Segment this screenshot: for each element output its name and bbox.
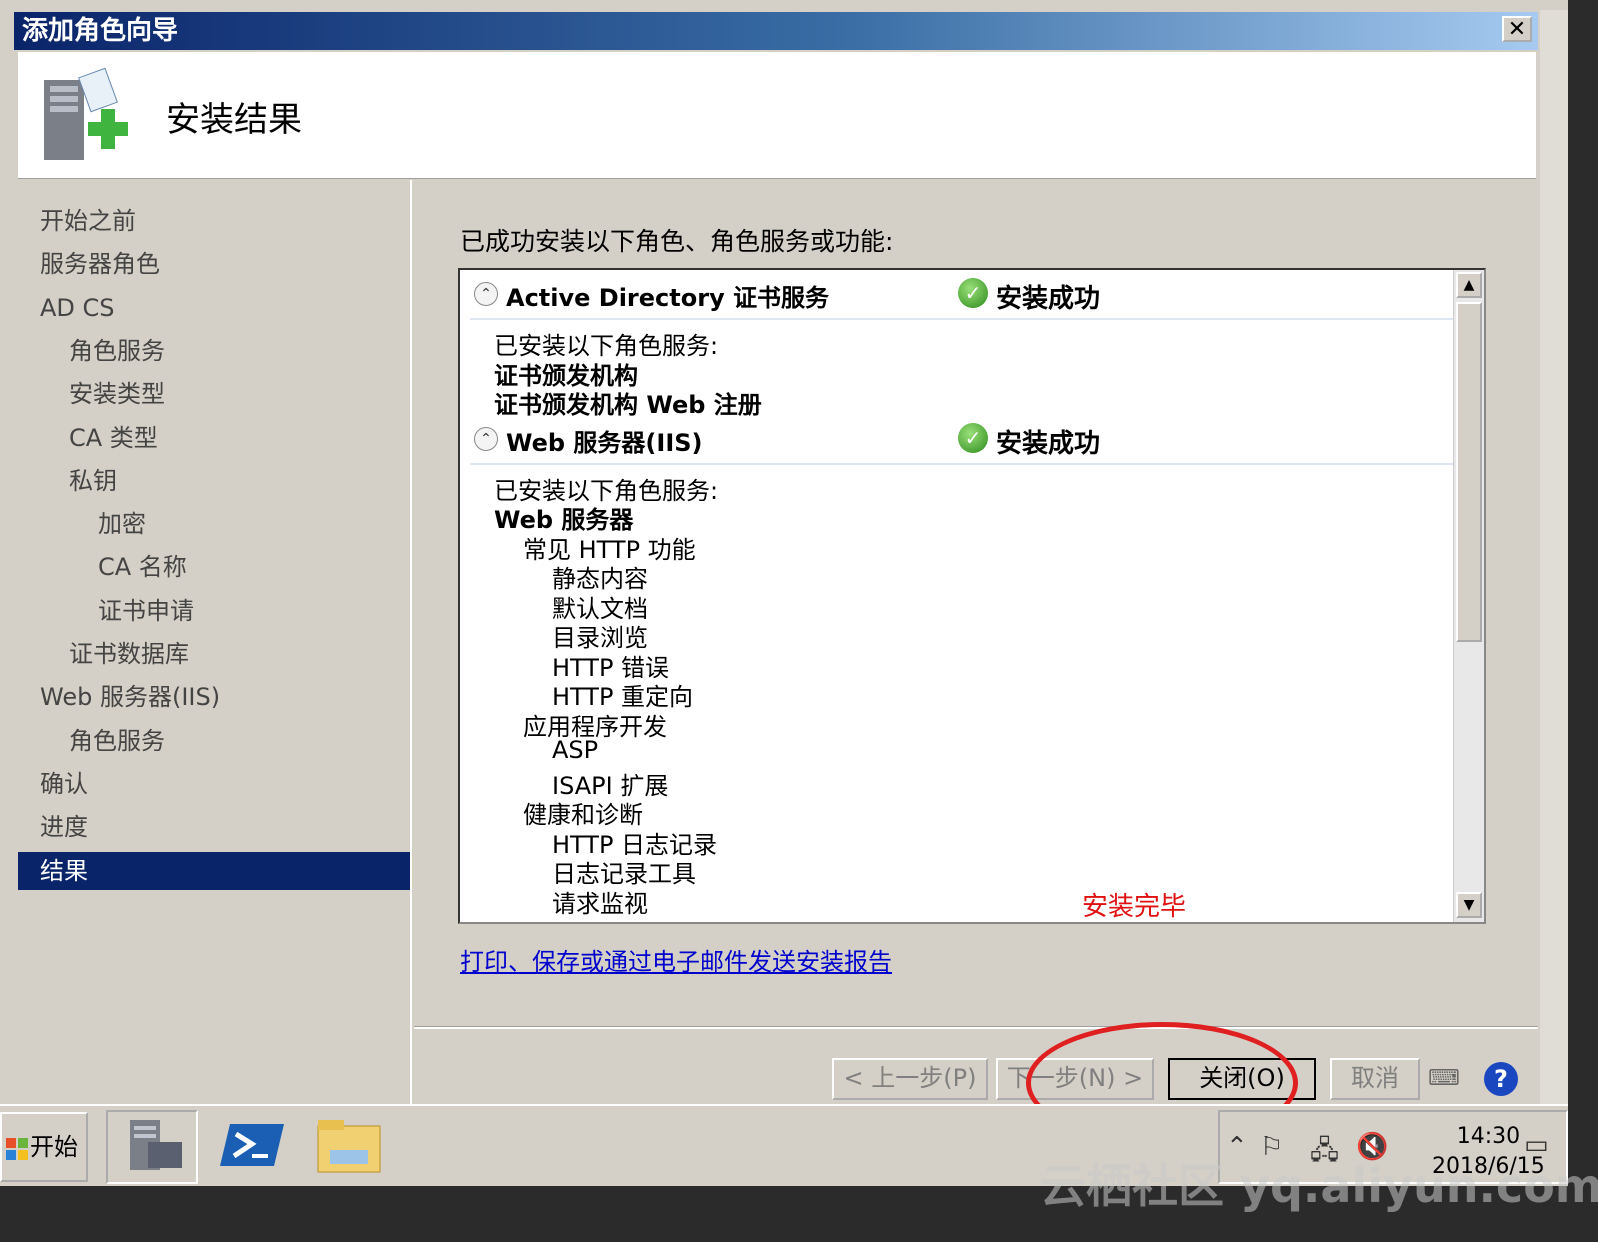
sidebar-item: 私钥	[69, 466, 117, 495]
sidebar-item: 服务器角色	[40, 250, 160, 279]
result-line: 请求监视	[552, 889, 648, 918]
scroll-up-button[interactable]: ▲	[1456, 272, 1482, 298]
start-button[interactable]: 开始	[0, 1112, 88, 1182]
close-window-button[interactable]: ✕	[1502, 16, 1532, 42]
window-edge	[1540, 10, 1568, 1104]
result-section-header: ⌃ Active Directory 证书服务 ✓ 安装成功	[470, 274, 1460, 320]
sidebar-item: 加密	[98, 510, 146, 539]
annotation-text: 安装完毕	[1082, 892, 1187, 922]
windows-logo-icon	[6, 1138, 28, 1160]
help-icon[interactable]: ?	[1484, 1062, 1518, 1096]
section-status: 安装成功	[996, 428, 1101, 459]
server-manager-taskbar-icon[interactable]	[106, 1110, 198, 1184]
collapse-icon[interactable]: ⌃	[474, 426, 498, 451]
result-line: ASP	[552, 736, 599, 764]
title-bar[interactable]: 添加角色向导 ✕	[14, 12, 1538, 50]
wizard-header: 安装结果	[18, 52, 1536, 179]
sidebar-item: 角色服务	[69, 336, 165, 365]
section-name: Web 服务器(IIS)	[506, 428, 703, 457]
results-list[interactable]: ⌃ Active Directory 证书服务 ✓ 安装成功 已安装以下角色服务: 证书颁…	[458, 268, 1486, 924]
window-title: 添加角色向导	[22, 16, 179, 46]
sidebar-item: Web 服务器(IIS)	[40, 683, 221, 712]
server-manager-icon	[130, 1120, 182, 1170]
sidebar-item: 结果	[18, 851, 410, 890]
explorer-taskbar-icon[interactable]	[308, 1110, 400, 1184]
section-status: 安装成功	[996, 284, 1101, 314]
success-check-icon: ✓	[958, 422, 988, 453]
scroll-down-button[interactable]: ▼	[1456, 892, 1482, 918]
report-link[interactable]: 打印、保存或通过电子邮件发送安装报告	[460, 942, 892, 977]
sidebar-item: 开始之前	[40, 207, 136, 235]
powershell-taskbar-icon[interactable]	[212, 1110, 304, 1184]
folder-icon	[317, 1120, 381, 1173]
section-name: Active Directory 证书服务	[506, 284, 830, 312]
sidebar-item: AD CS	[40, 293, 115, 322]
keyboard-icon[interactable]: ⌨	[1428, 1066, 1464, 1094]
server-add-icon	[44, 67, 128, 160]
intro-text: 已成功安装以下角色、角色服务或功能:	[460, 227, 894, 256]
sidebar-item: CA 类型	[69, 423, 158, 452]
cancel-button[interactable]: 取消	[1330, 1058, 1420, 1100]
sidebar-item: 确认	[40, 769, 88, 798]
page-title: 安装结果	[166, 100, 302, 140]
scroll-thumb[interactable]	[1456, 302, 1482, 642]
sidebar-item: 安装类型	[69, 380, 165, 409]
start-label: 开始	[30, 1133, 78, 1161]
sidebar-item: 证书申请	[98, 596, 194, 625]
content-pane: 已成功安装以下角色、角色服务或功能: ⌃ Active Directory 证书服…	[414, 180, 1538, 1026]
sidebar-item: 证书数据库	[69, 640, 189, 668]
powershell-icon	[220, 1124, 284, 1166]
sidebar-item: 角色服务	[69, 726, 165, 755]
collapse-icon[interactable]: ⌃	[474, 282, 498, 306]
sidebar-item: 进度	[40, 813, 88, 842]
success-check-icon: ✓	[958, 278, 988, 308]
wizard-sidebar: 开始之前 服务器角色 AD CS 角色服务 安装类型 CA 类型 私钥 加密 CA 名称 证书申请…	[18, 180, 412, 1104]
sidebar-item: CA 名称	[98, 553, 187, 582]
scrollbar[interactable]: ▲ ▼	[1453, 270, 1484, 922]
result-line: 证书颁发机构 Web 注册	[494, 391, 762, 419]
right-edge	[1568, 0, 1598, 1242]
result-section-header: ⌃ Web 服务器(IIS) ✓ 安装成功	[470, 419, 1460, 465]
watermark: 云栖社区 yq.aliyun.com	[1040, 1159, 1598, 1213]
back-button[interactable]: < 上一步(P)	[832, 1058, 988, 1100]
wizard-window: 添加角色向导 ✕ 安装结果 开始之前 服务器角色 AD CS 角色服务 安装类型 CA 类…	[0, 0, 1568, 1104]
button-separator	[414, 1026, 1538, 1029]
